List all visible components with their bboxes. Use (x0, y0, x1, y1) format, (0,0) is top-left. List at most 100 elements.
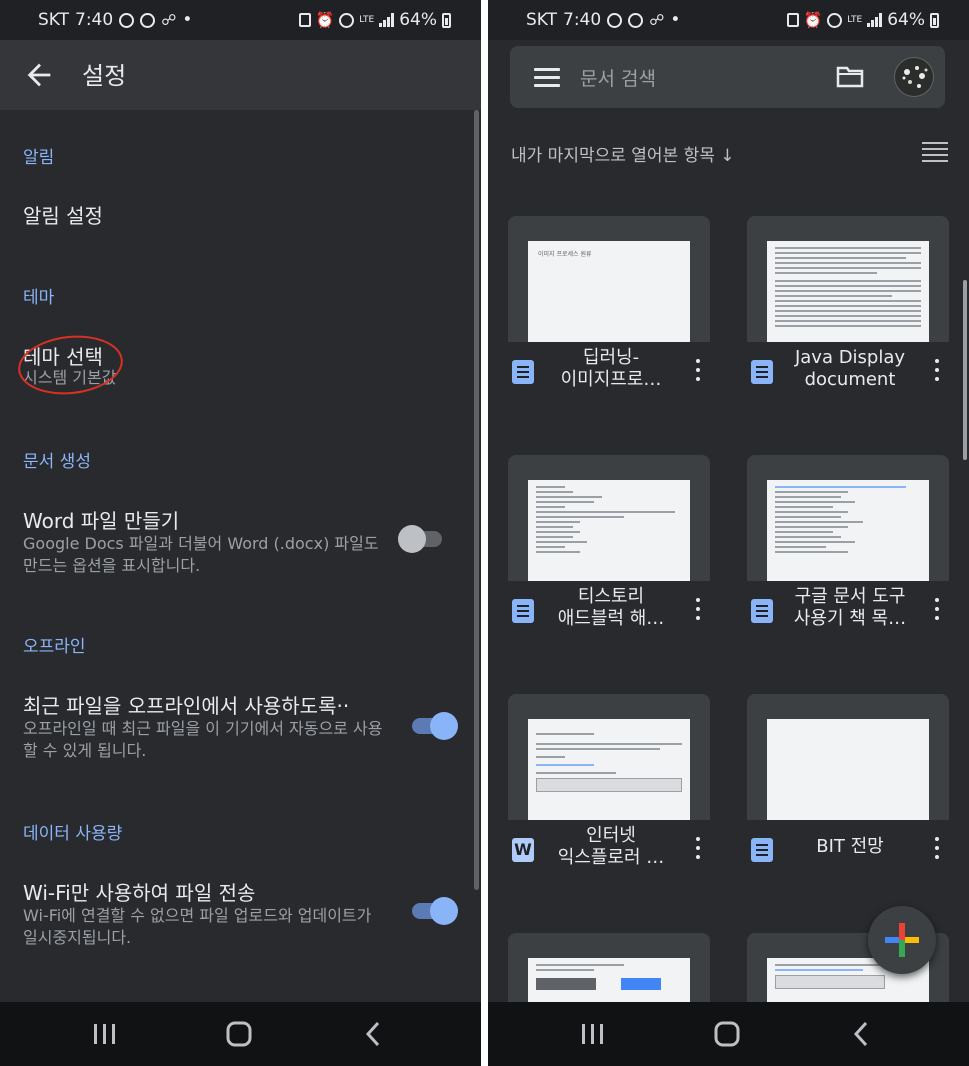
new-document-button[interactable] (868, 906, 936, 974)
doc-card[interactable]: 구글 문서 도구 사용기 책 목… (747, 455, 949, 640)
sync-icon (119, 12, 135, 28)
status-bar: SKT 7:40 ☍ • ⏰ LTE 64% (0, 0, 481, 40)
doc-card[interactable]: 티스토리 애드블럭 해… (508, 455, 710, 640)
nav-back-button[interactable] (842, 1018, 882, 1050)
doc-title: 딥러닝- 이미지프로… (560, 347, 662, 390)
doc-thumbnail: 이미지 프로세스 원류 (508, 216, 710, 342)
battery-icon (930, 12, 939, 28)
hotspot-icon (339, 12, 355, 28)
carrier-label: SKT (38, 10, 70, 30)
doc-title: BIT 전망 (816, 836, 884, 857)
offline-recent-files-toggle[interactable] (410, 712, 458, 742)
folder-icon (836, 66, 864, 88)
docs-home-screen: SKT 7:40 ☍ • ⏰ LTE 64% 문서 검색 내가 마지막으로 열어… (488, 0, 969, 1066)
battery-icon (442, 12, 451, 28)
signal-icon (867, 13, 883, 27)
chat-icon (628, 12, 644, 28)
carrier-label: SKT (526, 10, 558, 30)
doc-thumbnail (508, 455, 710, 581)
doc-title: Java Display document (794, 347, 906, 390)
link-icon: ☍ (649, 11, 665, 29)
section-header-doc-creation: 문서 생성 (23, 452, 91, 472)
thumbnail-heading: 이미지 프로세스 원류 (538, 251, 592, 258)
home-button[interactable] (707, 1018, 747, 1050)
recent-apps-button[interactable] (572, 1018, 612, 1050)
battery-percent: 64% (399, 10, 437, 30)
more-options-button[interactable] (694, 359, 702, 385)
search-input[interactable]: 문서 검색 (580, 64, 656, 91)
wifi-only-item[interactable]: Wi-Fi만 사용하여 파일 전송 (23, 877, 255, 906)
scrollbar[interactable] (474, 110, 479, 890)
edge-scroll-indicator[interactable] (963, 280, 967, 460)
notification-settings-item[interactable]: 알림 설정 (23, 200, 103, 229)
nav-back-icon (365, 1021, 380, 1047)
home-button[interactable] (219, 1018, 259, 1050)
hotspot-icon (827, 12, 843, 28)
doc-thumbnail (747, 694, 949, 820)
section-header-data-usage: 데이터 사용량 (23, 824, 123, 844)
doc-card[interactable]: Java Display document (747, 216, 949, 401)
chat-icon (140, 12, 156, 28)
clock: 7:40 (75, 10, 114, 30)
clock: 7:40 (563, 10, 602, 30)
recent-apps-icon (582, 1024, 603, 1044)
doc-card[interactable]: 이미지 프로세스 원류 딥러닝- 이미지프로… (508, 216, 710, 401)
doc-thumbnail (508, 694, 710, 820)
more-options-button[interactable] (694, 598, 702, 624)
doc-card[interactable]: W 인터넷 익스플로러 … (508, 694, 710, 879)
settings-screen: SKT 7:40 ☍ • ⏰ LTE 64% 설정 알림 알림 설정 테마 테마… (0, 0, 481, 1066)
create-word-files-desc: Google Docs 파일과 더불어 Word (.docx) 파일도 만드는… (23, 534, 379, 575)
menu-button[interactable] (534, 68, 560, 88)
recent-apps-icon (94, 1024, 115, 1044)
offline-recent-files-item[interactable]: 최근 파일을 오프라인에서 사용하도록·· (23, 690, 349, 719)
lte-label: LTE (847, 14, 863, 25)
search-bar[interactable]: 문서 검색 (510, 46, 945, 108)
status-bar: SKT 7:40 ☍ • ⏰ LTE 64% (488, 0, 969, 40)
google-docs-icon (751, 360, 773, 384)
system-nav-bar (0, 1002, 481, 1066)
section-header-offline: 오프라인 (23, 637, 86, 657)
home-icon (226, 1021, 252, 1047)
sort-order-button[interactable]: 내가 마지막으로 열어본 항목 ↓ (511, 141, 735, 166)
list-view-button[interactable] (922, 142, 948, 162)
wifi-only-toggle[interactable] (410, 897, 458, 927)
back-button[interactable] (22, 58, 56, 92)
nav-back-icon (853, 1021, 868, 1047)
lock-icon (786, 13, 799, 27)
home-icon (714, 1021, 740, 1047)
doc-thumbnail (747, 216, 949, 342)
doc-thumbnail (747, 455, 949, 581)
page-title: 설정 (82, 62, 127, 90)
sync-icon (607, 12, 623, 28)
avatar-image (902, 66, 928, 88)
google-docs-icon (751, 599, 773, 623)
more-options-button[interactable] (933, 598, 941, 624)
more-options-button[interactable] (933, 837, 941, 863)
doc-card[interactable]: BIT 전망 (747, 694, 949, 879)
folder-button[interactable] (836, 64, 864, 88)
section-header-theme: 테마 (23, 288, 55, 308)
arrow-back-icon (27, 63, 51, 87)
signal-icon (379, 13, 395, 27)
more-options-button[interactable] (694, 837, 702, 863)
settings-toolbar: 설정 (0, 40, 481, 110)
doc-title: 인터넷 익스플로러 … (557, 825, 665, 868)
recent-apps-button[interactable] (84, 1018, 124, 1050)
lock-icon (298, 13, 311, 27)
create-word-files-toggle[interactable] (398, 525, 448, 555)
doc-title: 티스토리 애드블럭 해… (557, 586, 665, 629)
create-word-files-item[interactable]: Word 파일 만들기 (23, 505, 179, 534)
plus-icon (885, 923, 919, 957)
offline-recent-files-desc: 오프라인일 때 최근 파일을 이 기기에서 자동으로 사용할 수 있게 됩니다. (23, 719, 383, 760)
account-avatar[interactable] (894, 57, 934, 97)
link-icon: ☍ (161, 11, 177, 29)
doc-card[interactable] (508, 933, 710, 1003)
nav-back-button[interactable] (354, 1018, 394, 1050)
alarm-icon: ⏰ (803, 11, 823, 29)
google-docs-icon (751, 838, 773, 862)
dot-icon: • (670, 10, 681, 30)
alarm-icon: ⏰ (315, 11, 335, 29)
more-options-button[interactable] (933, 359, 941, 385)
word-file-icon: W (512, 838, 534, 862)
battery-percent: 64% (887, 10, 925, 30)
